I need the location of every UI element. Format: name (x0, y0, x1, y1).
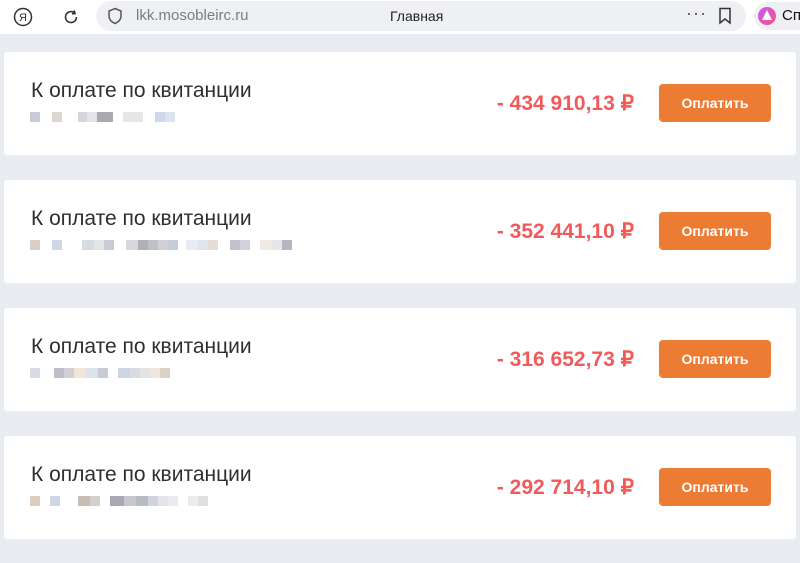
bookmark-icon[interactable] (714, 5, 736, 27)
amount-due: - 316 652,73 ₽ (496, 348, 634, 371)
url-text[interactable]: lkk.mosobleirc.ru (136, 7, 249, 24)
account-number-blurred (30, 240, 292, 250)
invoice-title: К оплате по квитанции (31, 335, 252, 358)
alice-label: Сп (782, 7, 800, 24)
browser-toolbar: Я lkk.mosobleirc.ru Главная ··· Сп (0, 0, 800, 34)
address-bar[interactable]: lkk.mosobleirc.ru Главная ··· (96, 1, 746, 31)
invoice-title: К оплате по квитанции (31, 207, 252, 230)
alice-icon (756, 5, 778, 27)
invoice-card: К оплате по квитанции - 434 910,13 ₽ Опл… (4, 52, 796, 155)
shield-icon[interactable] (104, 5, 126, 27)
pay-button[interactable]: Оплатить (659, 468, 771, 506)
invoice-card: К оплате по квитанции - 352 441,10 ₽ Опл… (4, 180, 796, 283)
amount-due: - 292 714,10 ₽ (496, 476, 634, 499)
account-number-blurred (30, 496, 208, 506)
invoice-card: К оплате по квитанции - 292 714,10 ₽ Опл… (4, 436, 796, 539)
pay-button[interactable]: Оплатить (659, 340, 771, 378)
alice-button[interactable]: Сп (754, 2, 800, 30)
pay-button[interactable]: Оплатить (659, 212, 771, 250)
account-number-blurred (30, 368, 170, 378)
amount-due: - 352 441,10 ₽ (496, 220, 634, 243)
more-menu-button[interactable]: ··· (686, 3, 707, 24)
svg-text:Я: Я (19, 12, 27, 24)
reload-icon[interactable] (60, 6, 82, 28)
tab-title: Главная (390, 8, 444, 24)
pay-button[interactable]: Оплатить (659, 84, 771, 122)
invoice-card: К оплате по квитанции - 316 652,73 ₽ Опл… (4, 308, 796, 411)
yandex-logo-icon[interactable]: Я (12, 6, 34, 28)
account-number-blurred (30, 112, 175, 122)
invoice-title: К оплате по квитанции (31, 79, 252, 102)
amount-due: - 434 910,13 ₽ (496, 92, 634, 115)
invoice-title: К оплате по квитанции (31, 463, 252, 486)
